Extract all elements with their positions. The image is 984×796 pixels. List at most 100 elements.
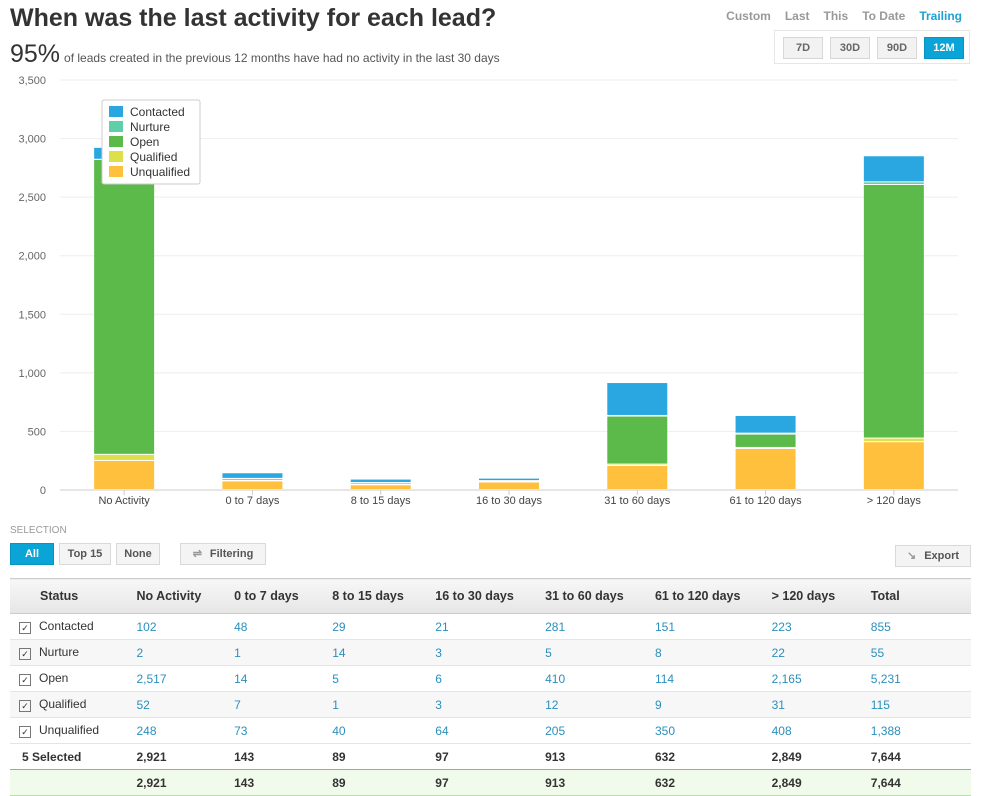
value-link[interactable]: 14: [233, 666, 331, 692]
value-link[interactable]: 281: [544, 614, 654, 640]
value-link[interactable]: 5,231: [870, 666, 971, 692]
bar-segment-qualified: [864, 439, 924, 442]
value-link[interactable]: 1,388: [870, 718, 971, 744]
y-tick-label: 0: [40, 485, 46, 497]
column-header[interactable]: 16 to 30 days: [434, 579, 544, 614]
value-link[interactable]: 205: [544, 718, 654, 744]
bar-segment-unqualified: [607, 466, 667, 489]
value-link[interactable]: 350: [654, 718, 771, 744]
column-header[interactable]: 8 to 15 days: [331, 579, 434, 614]
value-link[interactable]: 52: [135, 692, 233, 718]
legend-label-qualified: Qualified: [130, 150, 177, 164]
value-link[interactable]: 1: [331, 692, 434, 718]
value-link[interactable]: 55: [870, 640, 971, 666]
x-tick-label: > 120 days: [867, 495, 922, 507]
value-link[interactable]: 102: [135, 614, 233, 640]
total-cell: 143: [233, 770, 331, 796]
value-link[interactable]: 21: [434, 614, 544, 640]
range-90d[interactable]: 90D: [877, 37, 917, 59]
select-none-button[interactable]: None: [116, 543, 160, 565]
value-link[interactable]: 29: [331, 614, 434, 640]
value-link[interactable]: 5: [544, 640, 654, 666]
value-link[interactable]: 408: [771, 718, 870, 744]
row-checkbox[interactable]: ✓: [19, 700, 31, 712]
period-tab-to-date[interactable]: To Date: [862, 9, 905, 23]
row-checkbox[interactable]: ✓: [19, 674, 31, 686]
row-checkbox[interactable]: ✓: [19, 622, 31, 634]
value-link[interactable]: 22: [771, 640, 870, 666]
selected-cell: 97: [434, 744, 544, 770]
bar-segment-contacted: [479, 479, 539, 480]
x-tick-label: 16 to 30 days: [476, 495, 543, 507]
x-tick-label: 61 to 120 days: [729, 495, 802, 507]
value-link[interactable]: 410: [544, 666, 654, 692]
value-link[interactable]: 114: [654, 666, 771, 692]
select-all-button[interactable]: All: [10, 543, 54, 565]
value-link[interactable]: 151: [654, 614, 771, 640]
status-cell: Qualified: [39, 697, 86, 711]
value-link[interactable]: 115: [870, 692, 971, 718]
period-tab-custom[interactable]: Custom: [726, 9, 771, 23]
row-checkbox[interactable]: ✓: [19, 726, 31, 738]
value-link[interactable]: 7: [233, 692, 331, 718]
total-cell: 632: [654, 770, 771, 796]
value-link[interactable]: 855: [870, 614, 971, 640]
value-link[interactable]: 40: [331, 718, 434, 744]
filtering-label: Filtering: [210, 548, 253, 560]
value-link[interactable]: 223: [771, 614, 870, 640]
bar-segment-contacted: [607, 383, 667, 415]
status-cell: Unqualified: [39, 723, 99, 737]
bar-segment-unqualified: [94, 461, 154, 489]
total-cell: 913: [544, 770, 654, 796]
total-cell: 89: [331, 770, 434, 796]
column-header[interactable]: 0 to 7 days: [233, 579, 331, 614]
selected-cell: 89: [331, 744, 434, 770]
legend-label-contacted: Contacted: [130, 105, 185, 119]
value-link[interactable]: 2,517: [135, 666, 233, 692]
range-30d[interactable]: 30D: [830, 37, 870, 59]
select-top15-button[interactable]: Top 15: [59, 543, 111, 565]
value-link[interactable]: 8: [654, 640, 771, 666]
value-link[interactable]: 73: [233, 718, 331, 744]
stacked-bar-chart: 05001,0001,5002,0002,5003,0003,500No Act…: [0, 70, 984, 520]
bar-segment-contacted: [222, 473, 282, 478]
range-12m[interactable]: 12M: [924, 37, 964, 59]
value-link[interactable]: 12: [544, 692, 654, 718]
value-link[interactable]: 2: [135, 640, 233, 666]
value-link[interactable]: 2,165: [771, 666, 870, 692]
column-header[interactable]: Status: [10, 579, 135, 614]
value-link[interactable]: 9: [654, 692, 771, 718]
bar-segment-open: [864, 185, 924, 438]
bar-segment-unqualified: [864, 442, 924, 489]
legend-swatch-nurture: [109, 121, 123, 132]
status-cell: Contacted: [39, 619, 94, 633]
value-link[interactable]: 3: [434, 640, 544, 666]
column-header[interactable]: 31 to 60 days: [544, 579, 654, 614]
value-link[interactable]: 14: [331, 640, 434, 666]
filtering-button[interactable]: ⇌Filtering: [180, 543, 266, 565]
column-header[interactable]: No Activity: [135, 579, 233, 614]
bar-segment-unqualified: [736, 449, 796, 489]
bar-segment-nurture: [864, 182, 924, 184]
value-link[interactable]: 5: [331, 666, 434, 692]
period-tab-last[interactable]: Last: [785, 9, 810, 23]
column-header[interactable]: Total: [870, 579, 971, 614]
value-link[interactable]: 31: [771, 692, 870, 718]
value-link[interactable]: 3: [434, 692, 544, 718]
bar-segment-contacted: [864, 156, 924, 181]
range-7d[interactable]: 7D: [783, 37, 823, 59]
bar-segment-open: [607, 417, 667, 464]
export-button[interactable]: ↘Export: [895, 545, 971, 567]
period-tab-trailing[interactable]: Trailing: [919, 9, 962, 23]
bar-segment-nurture: [351, 483, 411, 484]
value-link[interactable]: 64: [434, 718, 544, 744]
range-buttons: 7D 30D 90D 12M: [774, 30, 970, 64]
row-checkbox[interactable]: ✓: [19, 648, 31, 660]
value-link[interactable]: 48: [233, 614, 331, 640]
column-header[interactable]: 61 to 120 days: [654, 579, 771, 614]
value-link[interactable]: 248: [135, 718, 233, 744]
column-header[interactable]: > 120 days: [771, 579, 870, 614]
value-link[interactable]: 1: [233, 640, 331, 666]
value-link[interactable]: 6: [434, 666, 544, 692]
period-tab-this[interactable]: This: [824, 9, 849, 23]
